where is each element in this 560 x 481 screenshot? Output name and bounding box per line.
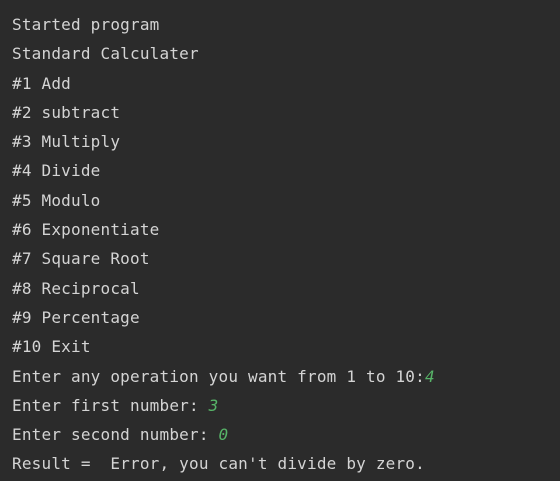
console-text: #1 Add <box>12 73 71 93</box>
result-text: Result = Error, you can't divide by zero… <box>12 454 425 474</box>
console-text: #10 Exit <box>12 337 91 357</box>
operation-prompt: Enter any operation you want from 1 to 1… <box>12 365 560 394</box>
console-text: #8 Reciprocal <box>12 278 140 298</box>
first-number-input: 3 <box>208 395 219 415</box>
menu-option-exit: #10 Exit <box>12 335 560 364</box>
menu-option-multiply: #3 Multiply <box>12 130 560 159</box>
menu-option-exponentiate: #6 Exponentiate <box>12 218 560 247</box>
console-text: #6 Exponentiate <box>12 220 160 240</box>
console-text: Enter first number: <box>12 395 209 415</box>
console-text: #5 Modulo <box>12 190 101 210</box>
console-text: Standard Calculater <box>12 44 199 64</box>
console-line-title: Standard Calculater <box>12 42 560 71</box>
menu-option-divide: #4 Divide <box>12 159 560 188</box>
console-text: Enter second number: <box>12 425 219 445</box>
menu-option-subtract: #2 subtract <box>12 101 560 130</box>
first-number-prompt: Enter first number: 3 <box>12 394 560 423</box>
second-number-input: 0 <box>218 425 229 445</box>
menu-option-percentage: #9 Percentage <box>12 306 560 335</box>
console-line-started: Started program <box>12 13 560 42</box>
menu-option-reciprocal: #8 Reciprocal <box>12 277 560 306</box>
console-text: Enter any operation you want from 1 to 1… <box>12 366 425 386</box>
menu-option-square-root: #7 Square Root <box>12 247 560 276</box>
operation-input: 4 <box>424 366 435 386</box>
result-line: Result = Error, you can't divide by zero… <box>12 452 560 481</box>
console-text: Started program <box>12 15 160 34</box>
console-text: #4 Divide <box>12 161 101 181</box>
menu-option-modulo: #5 Modulo <box>12 189 560 218</box>
console-text: #3 Multiply <box>12 132 121 152</box>
menu-option-add: #1 Add <box>12 72 560 101</box>
console-text: #9 Percentage <box>12 307 140 327</box>
console-text: #2 subtract <box>12 102 121 122</box>
second-number-prompt: Enter second number: 0 <box>12 423 560 452</box>
console-text: #7 Square Root <box>12 249 150 269</box>
console-output: Started program Standard Calculater #1 A… <box>0 0 560 481</box>
